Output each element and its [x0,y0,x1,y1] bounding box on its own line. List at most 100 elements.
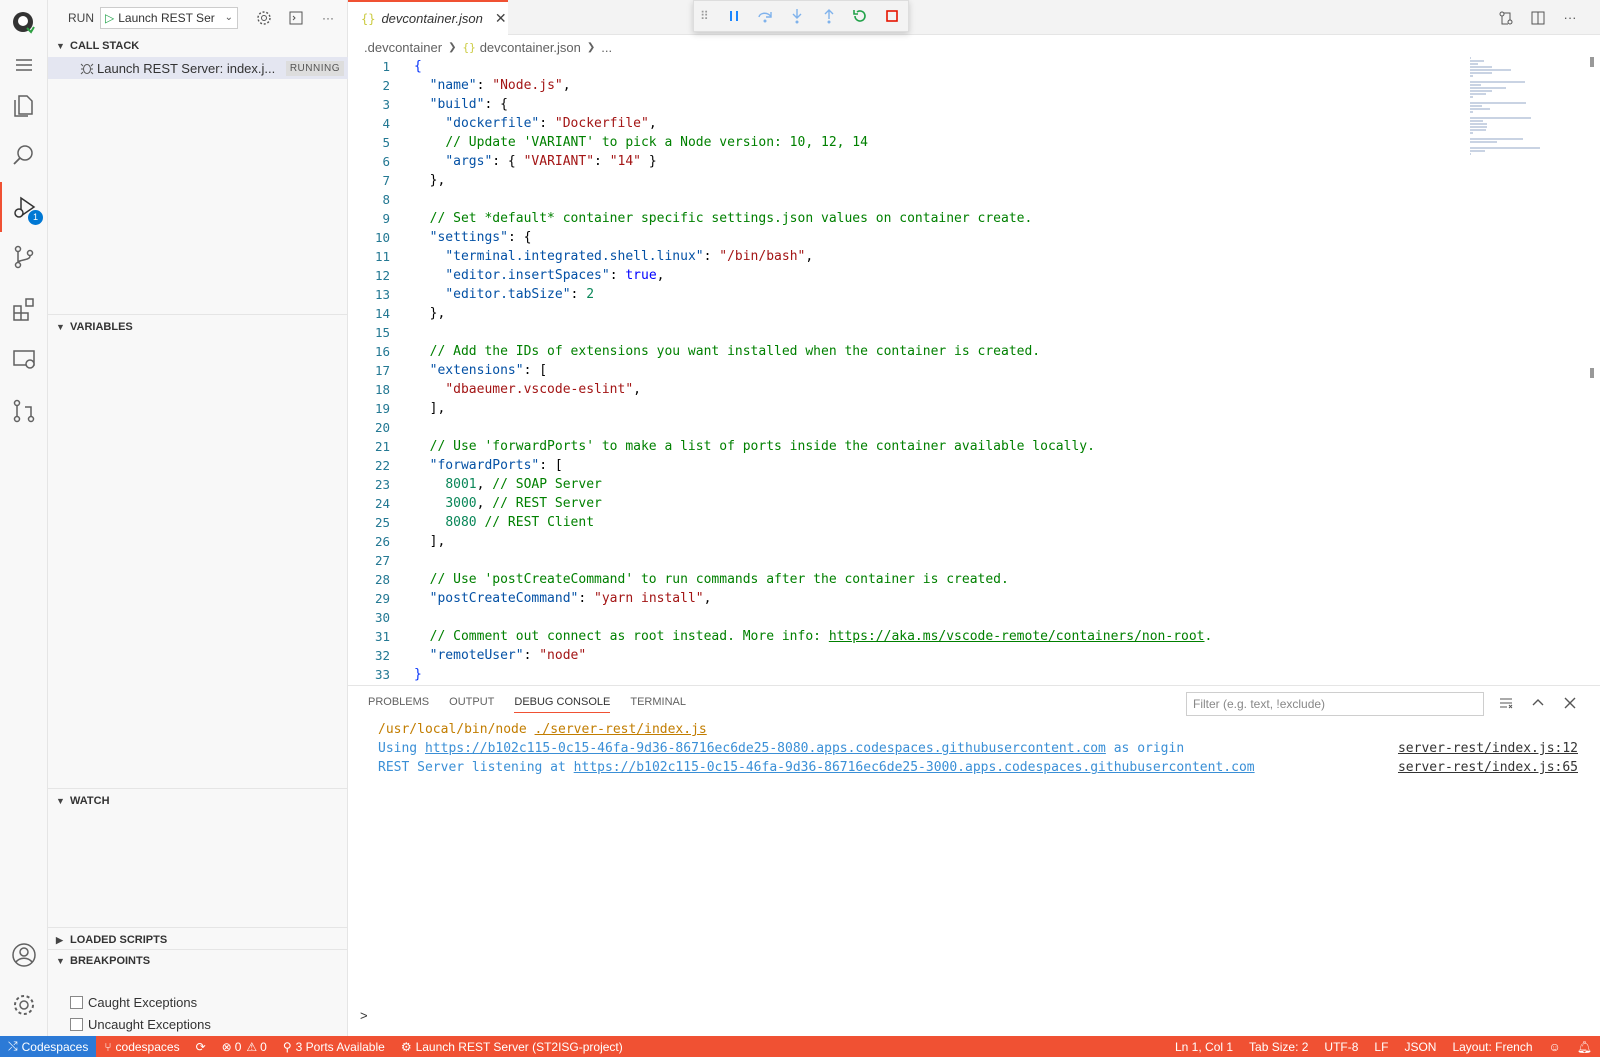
code-line[interactable]: 6 "args": { "VARIANT": "14" } [348,152,1448,171]
code-line[interactable]: 26 ], [348,532,1448,551]
code-line[interactable]: 10 "settings": { [348,228,1448,247]
line-number[interactable]: 6 [348,152,390,171]
code-line[interactable]: 4 "dockerfile": "Dockerfile", [348,114,1448,133]
line-number[interactable]: 10 [348,228,390,247]
code-line[interactable]: 28 // Use 'postCreateCommand' to run com… [348,570,1448,589]
code-line[interactable]: 29 "postCreateCommand": "yarn install", [348,589,1448,608]
line-number[interactable]: 18 [348,380,390,399]
console-url-link[interactable]: https://b102c115-0c15-46fa-9d36-86716ec6… [574,760,1255,775]
line-number[interactable]: 24 [348,494,390,513]
line-number[interactable]: 12 [348,266,390,285]
code-line[interactable]: 1{ [348,57,1448,76]
code-line[interactable]: 5 // Update 'VARIANT' to pick a Node ver… [348,133,1448,152]
line-number[interactable]: 22 [348,456,390,475]
feedback-icon[interactable]: ☺ [1541,1040,1569,1054]
code-line[interactable]: 2 "name": "Node.js", [348,76,1448,95]
line-number[interactable]: 30 [348,608,390,627]
chevron-up-icon[interactable] [1522,692,1554,714]
console-prompt[interactable]: > [360,1008,368,1023]
problems-indicator[interactable]: ⊗ 0 ⚠ 0 [214,1040,275,1054]
breadcrumb-folder[interactable]: .devcontainer [364,40,442,55]
code-line[interactable]: 18 "dbaeumer.vscode-eslint", [348,380,1448,399]
clear-console-icon[interactable] [1490,692,1522,714]
line-number[interactable]: 13 [348,285,390,304]
code-line[interactable]: 23 8001, // SOAP Server [348,475,1448,494]
line-number[interactable]: 8 [348,190,390,209]
step-into-icon[interactable] [781,4,813,28]
drag-handle-icon[interactable]: ⠿ [700,9,718,23]
line-number[interactable]: 27 [348,551,390,570]
restart-icon[interactable] [845,4,877,28]
line-number[interactable]: 28 [348,570,390,589]
cursor-position[interactable]: Ln 1, Col 1 [1167,1040,1241,1054]
line-number[interactable]: 5 [348,133,390,152]
code-line[interactable]: 24 3000, // REST Server [348,494,1448,513]
indentation[interactable]: Tab Size: 2 [1241,1040,1316,1054]
line-number[interactable]: 31 [348,627,390,646]
line-number[interactable]: 32 [348,646,390,665]
code-url-link[interactable]: https://aka.ms/vscode-remote/containers/… [829,629,1205,644]
step-out-icon[interactable] [813,4,845,28]
close-icon[interactable] [1554,692,1586,714]
line-number[interactable]: 9 [348,209,390,228]
breakpoints-header[interactable]: ▼ BREAKPOINTS [48,950,348,972]
code-line[interactable]: 19 ], [348,399,1448,418]
source-location-link[interactable]: server-rest/index.js:12 [1398,739,1578,758]
code-line[interactable]: 32 "remoteUser": "node" [348,646,1448,665]
explorer-icon[interactable] [0,80,48,130]
sync-icon[interactable]: ⟳ [188,1040,214,1054]
encoding[interactable]: UTF-8 [1316,1040,1366,1054]
branch-indicator[interactable]: ⑂ codespaces [96,1040,187,1054]
breadcrumb-file[interactable]: devcontainer.json [480,40,581,55]
line-number[interactable]: 1 [348,57,390,76]
gear-icon[interactable] [248,7,280,29]
console-file-link[interactable]: ./server-rest/index.js [535,722,707,737]
extensions-icon[interactable] [0,284,48,334]
code-line[interactable]: 15 [348,323,1448,342]
run-debug-icon[interactable]: 1 [0,182,48,232]
code-line[interactable]: 30 [348,608,1448,627]
step-over-icon[interactable] [750,4,782,28]
code-line[interactable]: 3 "build": { [348,95,1448,114]
remote-explorer-icon[interactable] [0,334,48,384]
debug-console-icon[interactable] [280,7,312,29]
search-icon[interactable] [0,130,48,180]
keyboard-layout[interactable]: Layout: French [1444,1040,1540,1054]
tab-output[interactable]: OUTPUT [449,696,494,713]
loaded-scripts-header[interactable]: ▶ LOADED SCRIPTS [48,929,348,951]
console-filter-input[interactable]: Filter (e.g. text, !exclude) [1186,692,1484,716]
code-line[interactable]: 25 8080 // REST Client [348,513,1448,532]
variables-header[interactable]: ▼ VARIABLES [48,316,348,338]
line-number[interactable]: 20 [348,418,390,437]
code-line[interactable]: 14 }, [348,304,1448,323]
watch-header[interactable]: ▼ WATCH [48,790,348,812]
code-line[interactable]: 21 // Use 'forwardPorts' to make a list … [348,437,1448,456]
settings-icon[interactable] [0,980,48,1030]
line-number[interactable]: 26 [348,532,390,551]
start-debugging-icon[interactable]: ▷ [105,11,114,25]
line-number[interactable]: 3 [348,95,390,114]
line-number[interactable]: 17 [348,361,390,380]
console-url-link[interactable]: https://b102c115-0c15-46fa-9d36-86716ec6… [425,741,1106,756]
remote-indicator[interactable]: ⤭ Codespaces [0,1036,97,1057]
ports-indicator[interactable]: ⚲ 3 Ports Available [275,1040,393,1054]
code-line[interactable]: 9 // Set *default* container specific se… [348,209,1448,228]
line-number[interactable]: 16 [348,342,390,361]
code-line[interactable]: 7 }, [348,171,1448,190]
line-number[interactable]: 11 [348,247,390,266]
line-number[interactable]: 15 [348,323,390,342]
line-number[interactable]: 23 [348,475,390,494]
call-stack-header[interactable]: ▼ CALL STACK [48,35,348,57]
line-number[interactable]: 19 [348,399,390,418]
tab-problems[interactable]: PROBLEMS [368,696,429,713]
minimap[interactable] [1470,57,1540,155]
language-mode[interactable]: JSON [1396,1040,1444,1054]
more-actions-icon[interactable]: ··· [312,7,344,29]
line-number[interactable]: 21 [348,437,390,456]
tab-terminal[interactable]: TERMINAL [630,696,686,713]
line-number[interactable]: 29 [348,589,390,608]
code-line[interactable]: 20 [348,418,1448,437]
more-actions-icon[interactable]: ··· [1554,7,1586,29]
breadcrumb-symbol[interactable]: ... [601,40,612,55]
code-line[interactable]: 8 [348,190,1448,209]
